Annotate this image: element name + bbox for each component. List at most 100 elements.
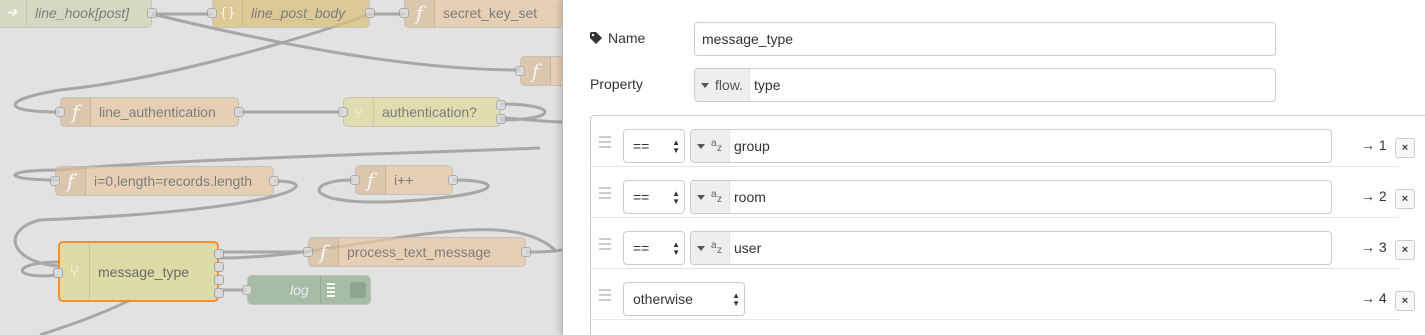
- function-icon: f: [56, 167, 86, 195]
- rules-list[interactable]: == ▲ ▼ az group → 1 × == ▲ ▼ a z room → …: [590, 115, 1425, 335]
- function-icon: f: [61, 98, 91, 126]
- az-string-icon: az: [711, 189, 722, 205]
- flow-node-line-authentication[interactable]: f line_authentication: [55, 97, 244, 127]
- node-output-port[interactable]: [234, 107, 244, 117]
- flow-node-log[interactable]: log: [242, 275, 371, 305]
- node-input-port[interactable]: [338, 107, 348, 117]
- tag-icon: [590, 32, 602, 44]
- property-value: type: [754, 77, 781, 93]
- rule-row: == ▲ ▼ az group → 1 ×: [591, 116, 1415, 167]
- switch-node-edit-panel: Name message_type Property flow. type ==…: [562, 0, 1425, 335]
- name-label-text: Name: [608, 30, 646, 46]
- rule-operator-value: ==: [633, 240, 650, 256]
- node-label: line_hook[post]: [35, 5, 130, 21]
- switch-icon: ⑂: [344, 98, 374, 126]
- flow-node-function-partial[interactable]: f: [515, 56, 562, 86]
- close-icon: ×: [1401, 244, 1409, 256]
- function-icon: f: [521, 57, 551, 85]
- drag-handle-icon[interactable]: [599, 136, 611, 151]
- rule-output-label: → 3: [1361, 239, 1387, 255]
- delete-rule-button[interactable]: ×: [1395, 189, 1415, 209]
- name-input[interactable]: message_type: [694, 22, 1276, 56]
- drag-handle-icon[interactable]: [599, 238, 611, 253]
- node-label: log: [290, 282, 309, 298]
- debug-toggle-button[interactable]: [350, 282, 366, 298]
- flow-node-increment[interactable]: f i++: [350, 165, 458, 195]
- rule-operator-select[interactable]: == ▲ ▼: [623, 180, 685, 214]
- close-icon: ×: [1401, 193, 1409, 205]
- caret-down-icon: [697, 194, 705, 200]
- node-output-port[interactable]: [214, 288, 224, 298]
- node-output-port[interactable]: [147, 8, 157, 18]
- rule-operator-select[interactable]: == ▲ ▼: [623, 231, 685, 265]
- node-input-port[interactable]: [350, 175, 360, 185]
- node-output-port[interactable]: [214, 262, 224, 272]
- node-input-port[interactable]: [242, 285, 252, 295]
- rule-type-button[interactable]: az: [691, 181, 730, 213]
- node-output-port[interactable]: [448, 175, 458, 185]
- node-label: process_text_message: [347, 244, 491, 260]
- node-input-port[interactable]: [55, 107, 65, 117]
- rule-row: == ▲ ▼ az room → 2 ×: [591, 167, 1415, 218]
- property-label: Property: [590, 76, 643, 92]
- http-in-icon: ➜: [0, 0, 27, 27]
- name-input-value: message_type: [702, 31, 794, 47]
- flow-node-line-post-body[interactable]: {} line_post_body: [207, 0, 375, 28]
- rule-value-input[interactable]: az room: [690, 180, 1332, 214]
- node-output-port[interactable]: [496, 100, 506, 110]
- node-label: secret_key_set: [443, 5, 538, 21]
- property-label-text: Property: [590, 76, 643, 92]
- caret-down-icon: [701, 82, 709, 88]
- node-input-port[interactable]: [399, 8, 409, 18]
- flow-node-loop-init[interactable]: f i=0,length=records.length: [50, 166, 279, 196]
- rule-output-label: → 1: [1361, 137, 1387, 153]
- template-icon: {}: [213, 0, 243, 27]
- node-output-port[interactable]: [521, 247, 531, 257]
- select-arrows-icon: ▲ ▼: [672, 189, 680, 206]
- rule-value-input[interactable]: az user: [690, 231, 1332, 265]
- flow-node-authentication-switch[interactable]: ⑂ authentication?: [338, 97, 506, 127]
- rule-output-label: → 4: [1361, 290, 1387, 306]
- node-output-port[interactable]: [269, 176, 279, 186]
- function-icon: f: [356, 166, 386, 194]
- drag-handle-icon[interactable]: [599, 187, 611, 202]
- rule-value-input[interactable]: az group: [690, 129, 1332, 163]
- node-input-port[interactable]: [53, 268, 63, 278]
- caret-down-icon: [697, 143, 705, 149]
- rule-operator-select[interactable]: otherwise ▲ ▼: [623, 282, 745, 316]
- az-string-icon: az: [711, 240, 722, 256]
- node-input-port[interactable]: [515, 66, 525, 76]
- node-input-port[interactable]: [303, 247, 313, 257]
- node-label: line_post_body: [251, 5, 346, 21]
- caret-down-icon: [697, 245, 705, 251]
- node-input-port[interactable]: [50, 176, 60, 186]
- node-output-port[interactable]: [496, 114, 506, 124]
- az-string-icon: az: [711, 138, 722, 154]
- flow-node-process-text-message[interactable]: f process_text_message: [303, 237, 531, 267]
- flow-canvas[interactable]: ➜ line_hook[post] {} line_post_body f se…: [0, 0, 562, 335]
- drag-handle-icon[interactable]: [599, 289, 611, 304]
- select-arrows-icon: ▲ ▼: [672, 240, 680, 257]
- rule-row: otherwise ▲ ▼ → 4 ×: [591, 269, 1415, 320]
- node-input-port[interactable]: [207, 8, 217, 18]
- function-icon: f: [405, 0, 435, 27]
- rule-operator-select[interactable]: == ▲ ▼: [623, 129, 685, 163]
- node-output-port[interactable]: [365, 8, 375, 18]
- flow-node-line-hook[interactable]: ➜ line_hook[post]: [0, 0, 157, 28]
- rule-type-button[interactable]: az: [691, 232, 730, 264]
- property-input[interactable]: flow. type: [694, 68, 1276, 102]
- rule-operator-value: otherwise: [633, 291, 693, 307]
- property-type-button[interactable]: flow.: [695, 69, 751, 101]
- property-type-label: flow.: [715, 77, 744, 93]
- delete-rule-button[interactable]: ×: [1395, 138, 1415, 158]
- node-label: line_authentication: [99, 104, 216, 120]
- rule-type-button[interactable]: az: [691, 130, 730, 162]
- flow-node-message-type[interactable]: ⑂ message_type: [53, 241, 224, 302]
- flow-node-secret-key-set[interactable]: f secret_key_set: [399, 0, 562, 28]
- node-output-port[interactable]: [214, 275, 224, 285]
- close-icon: ×: [1401, 295, 1409, 307]
- delete-rule-button[interactable]: ×: [1395, 240, 1415, 260]
- node-output-port[interactable]: [214, 249, 224, 259]
- delete-rule-button[interactable]: ×: [1395, 291, 1415, 311]
- rule-operator-value: ==: [633, 189, 650, 205]
